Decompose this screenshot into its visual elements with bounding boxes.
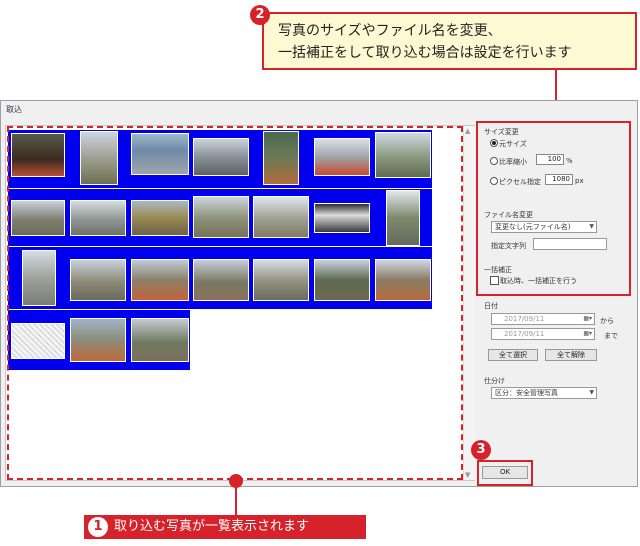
callout-settings-line1: 写真のサイズやファイル名を変更、 — [278, 23, 502, 39]
size-pixel-input[interactable]: 1080 — [545, 174, 573, 185]
date-to-value: 2017/09/11 — [504, 330, 545, 338]
sort-value: 区分：安全管理写真 — [495, 389, 558, 397]
dialog-title: 取込 — [6, 105, 22, 114]
chevron-down-icon: ▼ — [589, 389, 594, 396]
thumbnail-scrollbar[interactable]: ▲ ▼ — [463, 126, 475, 480]
batch-correction-label: 取込時、一括補正を行う — [500, 277, 577, 285]
date-from-value: 2017/09/11 — [504, 315, 545, 323]
batch-correction-checkbox[interactable] — [490, 276, 499, 285]
date-from-picker[interactable]: 2017/09/11 ▦▾ — [491, 313, 595, 325]
filename-mode-select[interactable]: 変更なし(元ファイル名) ▼ — [491, 221, 597, 233]
ok-button[interactable]: OK — [482, 466, 528, 479]
filename-text-label: 指定文字列 — [491, 242, 526, 250]
size-pixel-unit: px — [575, 177, 584, 185]
filename-mode-value: 変更なし(元ファイル名) — [495, 223, 571, 231]
size-pixel-label: ピクセル指定 — [499, 178, 541, 186]
calendar-dropdown-icon: ▦▾ — [583, 330, 592, 337]
size-pixel-radio[interactable] — [490, 177, 498, 185]
date-from-suffix: から — [600, 317, 614, 325]
callout-badge-3: 3 — [471, 440, 491, 460]
calendar-dropdown-icon: ▦▾ — [583, 315, 592, 322]
filename-group-label: ファイル名変更 — [484, 211, 533, 219]
chevron-down-icon: ▼ — [589, 223, 594, 230]
date-to-suffix: まで — [604, 332, 618, 340]
size-original-label: 元サイズ — [499, 140, 527, 148]
sort-select[interactable]: 区分：安全管理写真 ▼ — [491, 387, 597, 399]
callout-badge-1: 1 — [88, 517, 108, 537]
scroll-up-icon[interactable]: ▲ — [465, 127, 470, 135]
thumbnail-list-highlight — [7, 126, 463, 480]
size-group-label: サイズ変更 — [484, 128, 519, 136]
size-ratio-input[interactable]: 100 — [536, 154, 564, 165]
date-to-picker[interactable]: 2017/09/11 ▦▾ — [491, 328, 595, 340]
sort-group-label: 仕分け — [484, 377, 505, 385]
date-group-label: 日付 — [484, 302, 498, 310]
callout-badge-2: 2 — [250, 5, 270, 25]
callout-1-connector — [235, 486, 237, 516]
size-ratio-radio[interactable] — [490, 157, 498, 165]
callout-thumbnail-list-text: 取り込む写真が一覧表示されます — [114, 519, 310, 534]
filename-text-input[interactable] — [533, 238, 607, 250]
size-ratio-label: 比率縮小 — [499, 158, 527, 166]
size-ratio-unit: % — [566, 157, 573, 165]
scroll-down-icon[interactable]: ▼ — [465, 471, 470, 479]
deselect-all-button[interactable]: 全て解除 — [545, 349, 597, 361]
select-all-button[interactable]: 全て選択 — [488, 349, 538, 361]
callout-thumbnail-list: 1 取り込む写真が一覧表示されます — [84, 515, 366, 539]
batch-group-label: 一括補正 — [484, 266, 512, 274]
size-original-radio[interactable] — [490, 139, 498, 147]
callout-settings-line2: 一括補正をして取り込む場合は設定を行います — [278, 45, 572, 61]
callout-settings: 写真のサイズやファイル名を変更、 一括補正をして取り込む場合は設定を行います — [262, 12, 637, 70]
